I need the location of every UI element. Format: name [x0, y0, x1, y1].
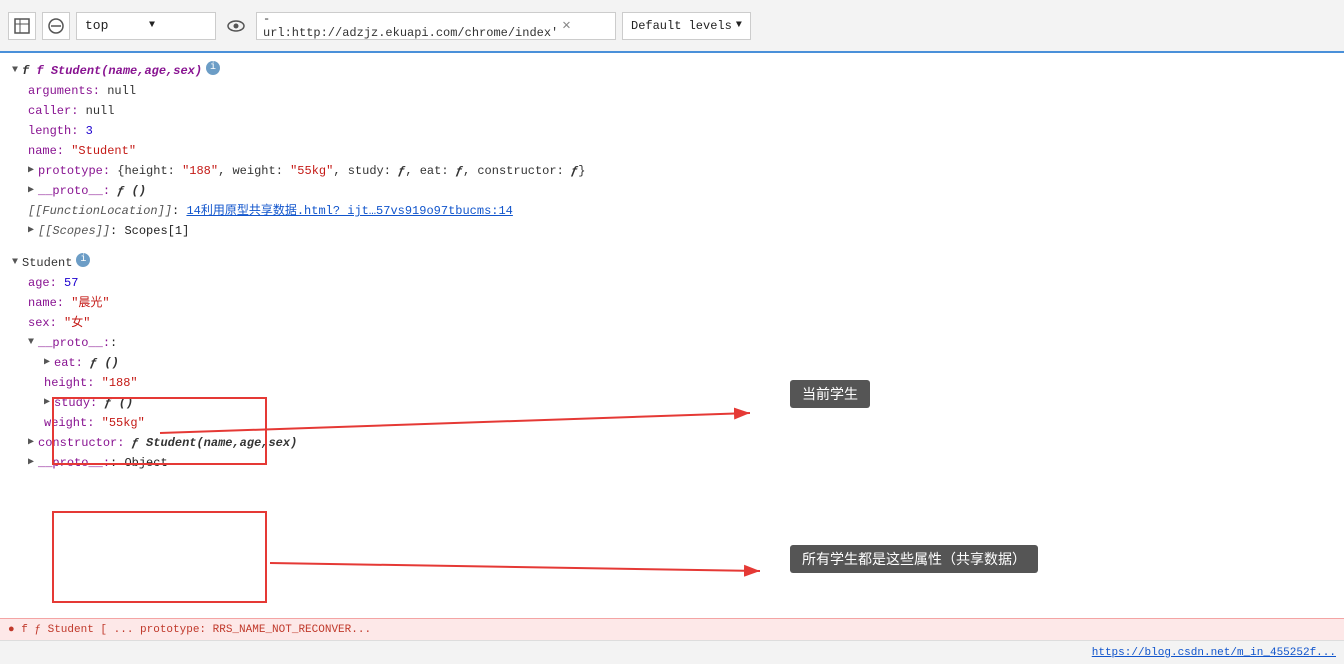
- error-bar: ● f ƒ Student [ ... prototype: RRS_NAME_…: [0, 618, 1344, 640]
- frame-icon-btn[interactable]: [8, 12, 36, 40]
- constructor-key: constructor:: [38, 433, 124, 453]
- arguments-key: arguments:: [28, 81, 100, 101]
- context-label: top: [85, 18, 143, 33]
- caller-key: caller:: [28, 101, 78, 121]
- prototype-key: prototype:: [38, 161, 110, 181]
- chevron-down-icon: ▼: [149, 20, 207, 31]
- main-content: f f Student(name,age,sex) i arguments: n…: [0, 53, 1344, 640]
- no-entry-icon-btn[interactable]: [42, 12, 70, 40]
- student-name-val: "晨光": [71, 293, 109, 313]
- arguments-val: null: [107, 81, 136, 101]
- proto2-key: __proto__:: [38, 333, 110, 353]
- name-line: name: "Student": [12, 141, 1332, 161]
- sex-key: sex:: [28, 313, 57, 333]
- weight-line: weight: "55kg": [12, 413, 1332, 433]
- proto3-val: Object: [124, 453, 167, 473]
- proto1-line: __proto__: ƒ (): [12, 181, 1332, 201]
- expand-eat[interactable]: [44, 353, 50, 373]
- expand-proto3[interactable]: [28, 453, 34, 473]
- filter-input-container[interactable]: -url:http://adzjz.ekuapi.com/chrome/inde…: [256, 12, 616, 40]
- student-name-line: name: "晨光": [12, 293, 1332, 313]
- expand-student-obj[interactable]: [12, 253, 18, 273]
- age-line: age: 57: [12, 273, 1332, 293]
- levels-chevron-icon: ▼: [736, 20, 742, 31]
- proto1-key: __proto__:: [38, 181, 110, 201]
- sex-val: "女": [64, 313, 90, 333]
- expand-proto2[interactable]: [28, 333, 34, 353]
- toolbar: top ▼ -url:http://adzjz.ekuapi.com/chrom…: [0, 0, 1344, 53]
- height-line: height: "188": [12, 373, 1332, 393]
- proto3-line: __proto__: : Object: [12, 453, 1332, 473]
- eat-line: eat: ƒ (): [12, 353, 1332, 373]
- student-func-line: f f Student(name,age,sex) i: [12, 61, 1332, 81]
- scopes-key: [[Scopes]]: [38, 221, 110, 241]
- prototype-val: {height: "188", weight: "55kg", study: ƒ…: [117, 161, 585, 181]
- eat-key: eat:: [54, 353, 83, 373]
- student-obj-label: Student: [22, 253, 72, 273]
- weight-val: "55kg": [102, 413, 145, 433]
- sex-line: sex: "女": [12, 313, 1332, 333]
- expand-study[interactable]: [44, 393, 50, 413]
- constructor-val: ƒ Student(name,age,sex): [132, 433, 298, 453]
- expand-proto1[interactable]: [28, 181, 34, 201]
- age-key: age:: [28, 273, 57, 293]
- eye-icon-btn[interactable]: [222, 12, 250, 40]
- levels-select[interactable]: Default levels ▼: [622, 12, 751, 40]
- func-keyword: f: [22, 61, 36, 81]
- expand-scopes[interactable]: [28, 221, 34, 241]
- error-text: ● f ƒ Student [ ... prototype: RRS_NAME_…: [8, 624, 371, 636]
- funcloc-line: [[FunctionLocation]] : 14利用原型共享数据.html? …: [12, 201, 1332, 221]
- constructor-line: constructor: ƒ Student(name,age,sex): [12, 433, 1332, 453]
- proto2-header-line: __proto__: :: [12, 333, 1332, 353]
- context-select[interactable]: top ▼: [76, 12, 216, 40]
- annotation-box-1: [52, 511, 267, 603]
- statusbar: https://blog.csdn.net/m_in_455252f...: [0, 640, 1344, 664]
- study-key: study:: [54, 393, 97, 413]
- funcloc-key: [[FunctionLocation]]: [28, 201, 172, 221]
- eat-val: ƒ (): [90, 353, 119, 373]
- student-obj-line: Student i: [12, 253, 1332, 273]
- height-key: height:: [44, 373, 94, 393]
- name-key: name:: [28, 141, 64, 161]
- levels-label: Default levels: [631, 19, 732, 33]
- info-icon-1[interactable]: i: [206, 61, 220, 75]
- filter-value: -url:http://adzjz.ekuapi.com/chrome/inde…: [263, 12, 558, 40]
- study-val: ƒ (): [104, 393, 133, 413]
- length-val: 3: [86, 121, 93, 141]
- clear-filter-btn[interactable]: ✕: [562, 17, 609, 34]
- study-line: study: ƒ (): [12, 393, 1332, 413]
- funcloc-link[interactable]: 14利用原型共享数据.html? ijt…57vs919o97tbucms:14: [186, 201, 512, 221]
- expand-student-func[interactable]: [12, 61, 18, 81]
- caller-val: null: [86, 101, 115, 121]
- age-val: 57: [64, 273, 78, 293]
- length-line: length: 3: [12, 121, 1332, 141]
- prototype-line: prototype: {height: "188", weight: "55kg…: [12, 161, 1332, 181]
- arguments-line: arguments: null: [12, 81, 1332, 101]
- caller-line: caller: null: [12, 101, 1332, 121]
- weight-key: weight:: [44, 413, 94, 433]
- expand-constructor[interactable]: [28, 433, 34, 453]
- expand-prototype[interactable]: [28, 161, 34, 181]
- annotation-group-1: 1 所有学生都是这些属性（共享数据）: [790, 548, 818, 570]
- arrow-1: [270, 543, 810, 593]
- student-func-label: f Student(name,age,sex): [36, 61, 202, 81]
- info-icon-2[interactable]: i: [76, 253, 90, 267]
- length-key: length:: [28, 121, 78, 141]
- name-val: "Student": [71, 141, 136, 161]
- proto1-val: ƒ (): [117, 181, 146, 201]
- annotation-label-1: 所有学生都是这些属性（共享数据）: [790, 545, 1038, 573]
- height-val: "188": [102, 373, 138, 393]
- scopes-line: [[Scopes]] : Scopes[1]: [12, 221, 1332, 241]
- statusbar-link[interactable]: https://blog.csdn.net/m_in_455252f...: [1092, 647, 1336, 659]
- scopes-val: Scopes[1]: [124, 221, 189, 241]
- annotation-label-2: 当前学生: [790, 380, 870, 408]
- student-name-key: name:: [28, 293, 64, 313]
- proto3-key: __proto__:: [38, 453, 110, 473]
- annotation-group-2: 2 当前学生: [790, 383, 818, 405]
